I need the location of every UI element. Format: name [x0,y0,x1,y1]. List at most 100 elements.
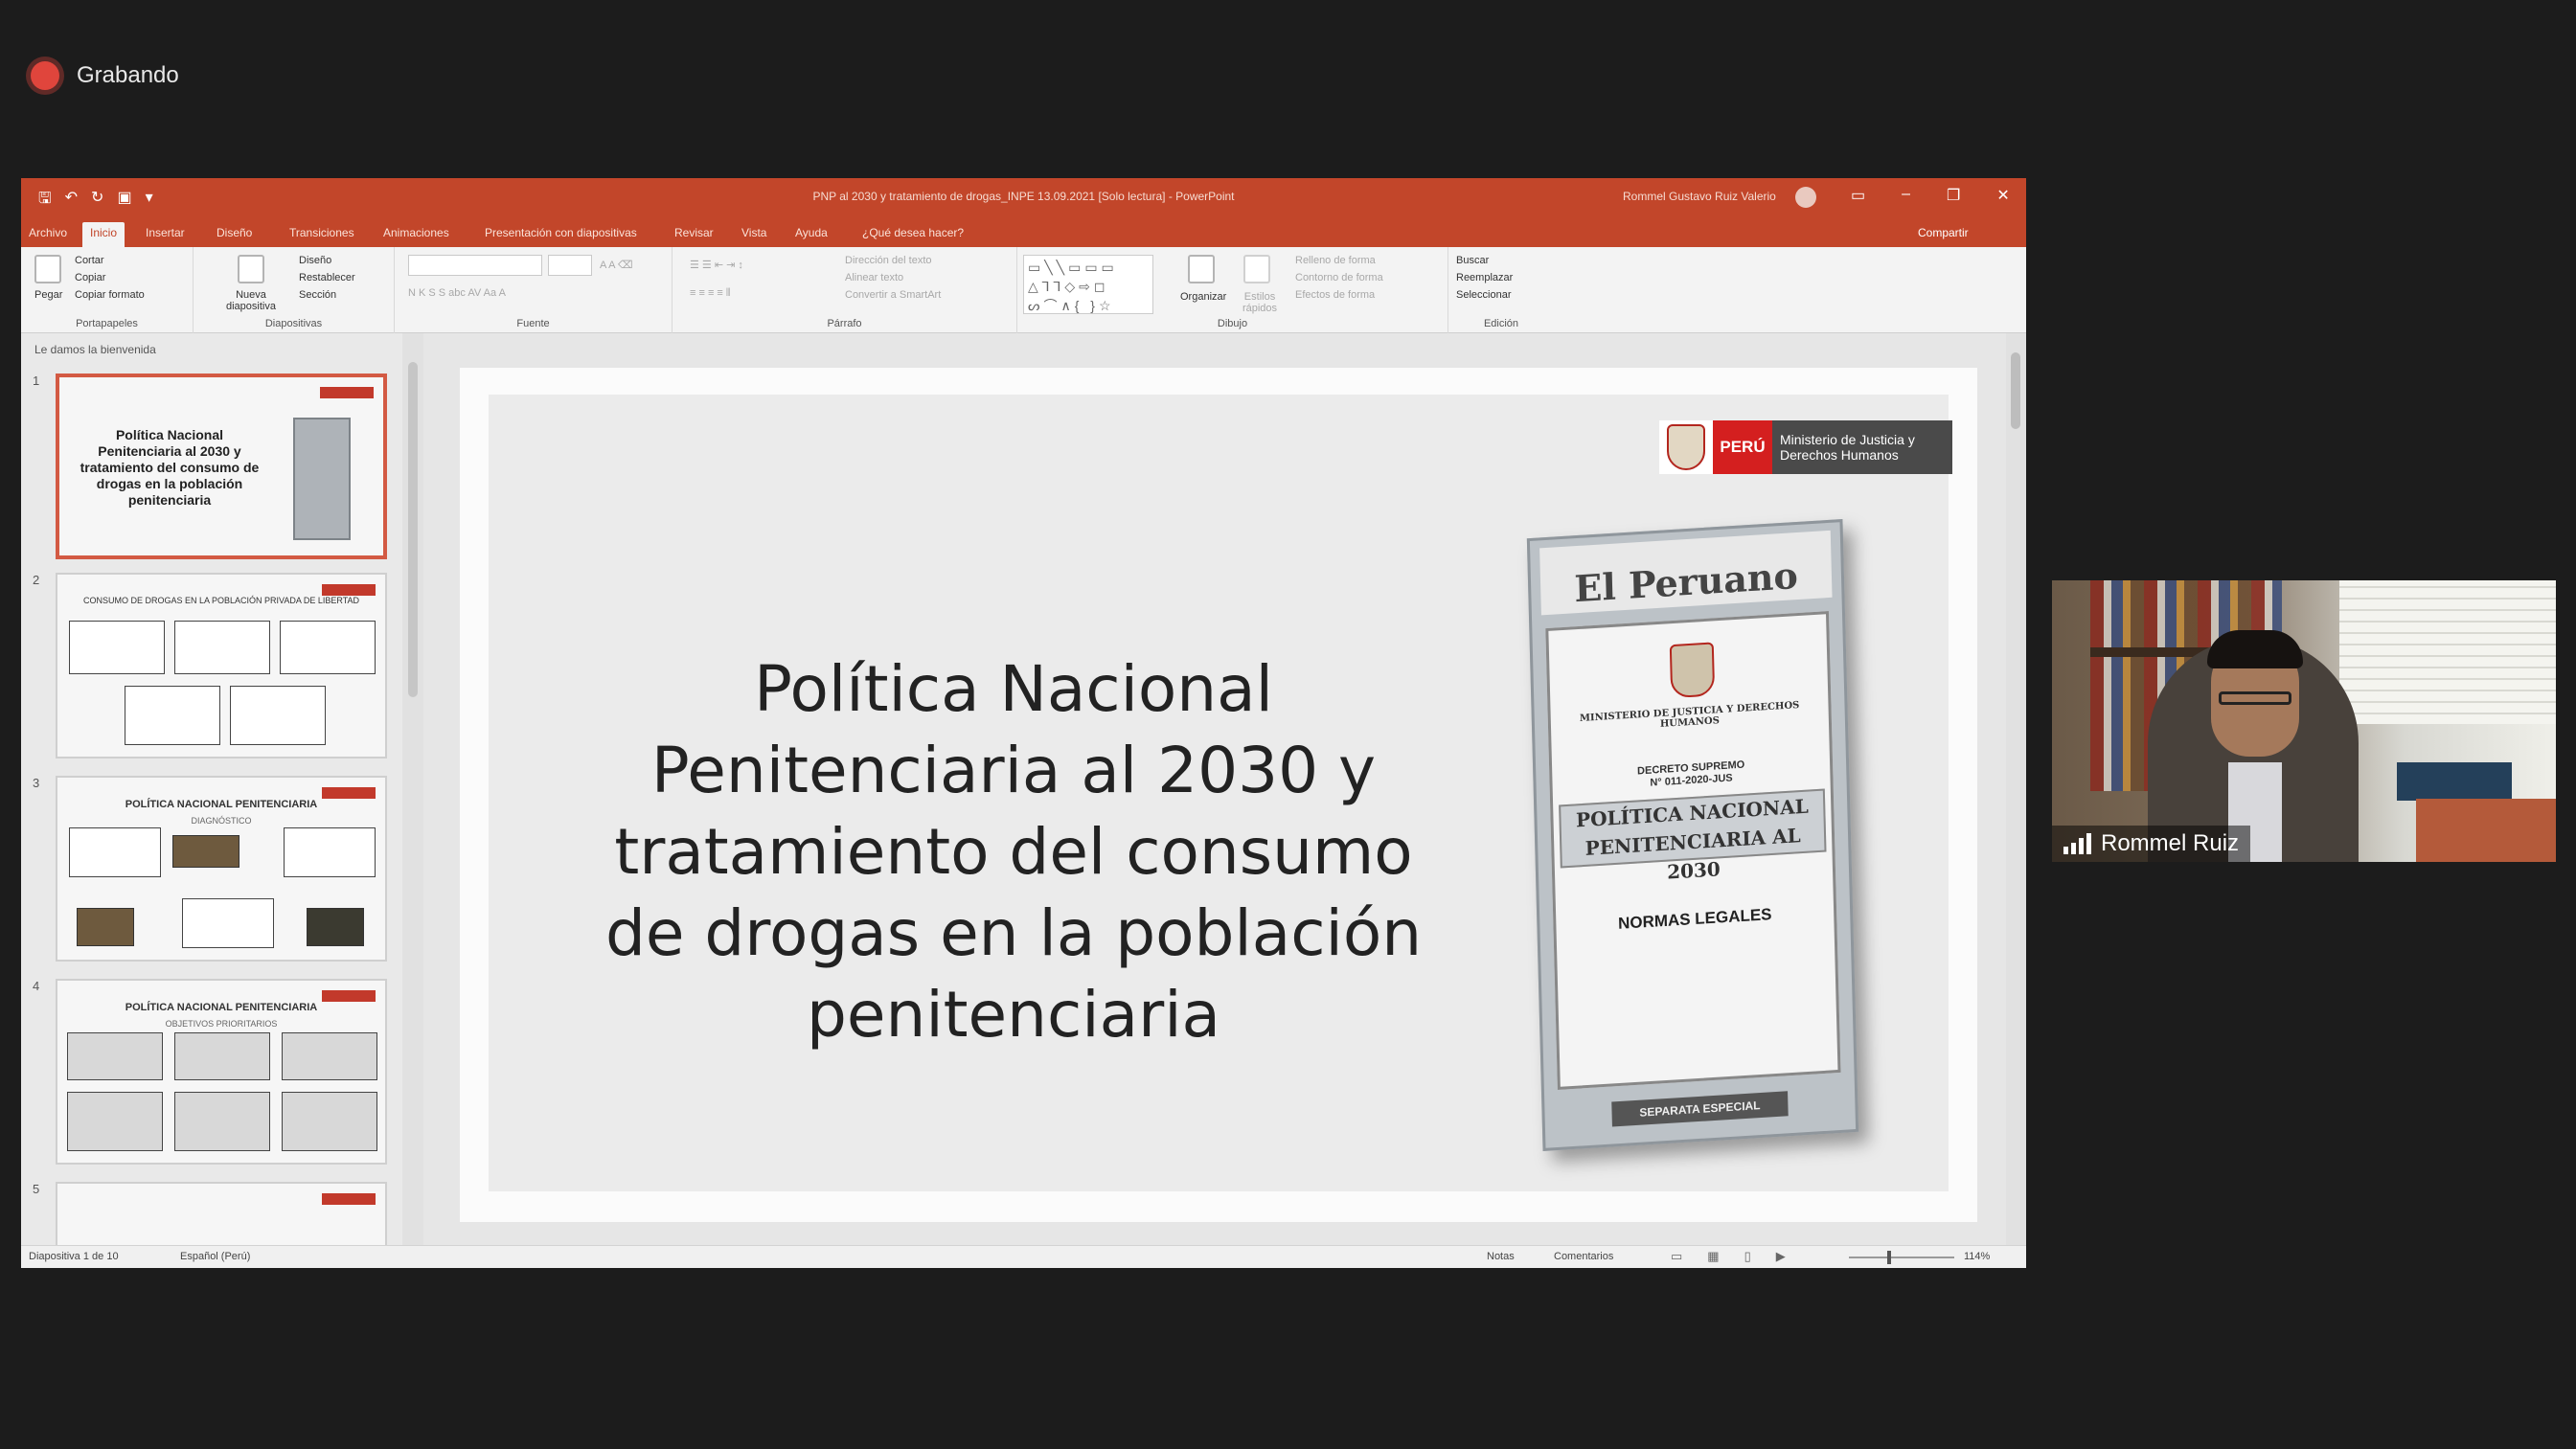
quick-styles-icon[interactable] [1243,255,1270,283]
slide-thumb-3[interactable]: POLÍTICA NACIONAL PENITENCIARIA DIAGNÓST… [56,776,387,962]
tell-me-search[interactable]: ¿Qué desea hacer? [855,222,971,247]
content-box [125,686,220,745]
avatar[interactable] [1795,187,1816,208]
font-name-input[interactable] [408,255,542,276]
new-slide-icon[interactable] [238,255,264,283]
slide-title[interactable]: Política Nacional Penitenciaria al 2030 … [592,648,1435,1055]
new-slide-button[interactable]: Nueva diapositiva [222,289,280,312]
restore-icon[interactable]: ❐ [1947,186,1960,205]
find-button[interactable]: Buscar [1456,255,1489,266]
group-dibujo: ▭╲╲▭▭▭ △⅂⅂◇⇨◻ ᔕ⌒∧{ }☆ Organizar Estilos rá… [1017,247,1448,333]
comments-button[interactable]: Comentarios [1554,1251,1613,1262]
paste-icon[interactable] [34,255,61,283]
list-buttons[interactable]: ☰ ☰ ⇤ ⇥ ↕ [690,259,743,271]
normal-view-icon[interactable]: ▭ [1671,1249,1682,1264]
coat-of-arms-icon [1669,642,1716,699]
shape-outline-button[interactable]: Contorno de forma [1295,272,1383,283]
user-name[interactable]: Rommel Gustavo Ruiz Valerio [1623,190,1776,203]
section-button[interactable]: Sección [299,289,336,301]
font-size-input[interactable] [548,255,592,276]
section-label[interactable]: Le damos la bienvenida [34,343,156,356]
slide-counter: Diapositiva 1 de 10 [29,1251,119,1262]
photo [307,908,364,946]
shapes-gallery[interactable]: ▭╲╲▭▭▭ △⅂⅂◇⇨◻ ᔕ⌒∧{ }☆ [1023,255,1153,314]
participant-name-bar: Rommel Ruiz [2052,826,2251,862]
shape-effects-button[interactable]: Efectos de forma [1295,289,1375,301]
slide-thumb-1[interactable]: Política Nacional Penitenciaria al 2030 … [56,374,387,559]
shape-fill-button[interactable]: Relleno de forma [1295,255,1376,266]
objective-card [174,1032,270,1080]
align-text-button[interactable]: Alinear texto [845,272,903,283]
replace-button[interactable]: Reemplazar [1456,272,1513,283]
logo-ministry-text: Ministerio de Justicia y Derechos Humano… [1772,420,1952,474]
photo [172,835,239,868]
tab-animaciones[interactable]: Animaciones [376,222,457,247]
reading-view-icon[interactable]: ▯ [1744,1249,1751,1264]
status-bar: Diapositiva 1 de 10 Español (Perú) Notas… [21,1245,2026,1268]
magazine-image [293,418,351,540]
sorter-view-icon[interactable]: ▦ [1707,1249,1719,1264]
window-controls: ▭ – ❐ ✕ [1851,186,2010,205]
zoom-slider-knob[interactable] [1887,1251,1891,1264]
thumbnails-scrollbar[interactable] [402,333,423,1245]
slide-canvas[interactable]: Política Nacional Penitenciaria al 2030 … [489,395,1952,1191]
format-painter-button[interactable]: Copiar formato [75,289,145,301]
group-diapositivas: Nueva diapositiva Diseño Restablecer Sec… [194,247,395,333]
minimize-icon[interactable]: – [1902,186,1910,205]
thumb-header: POLÍTICA NACIONAL PENITENCIARIA [125,1002,318,1013]
tab-ayuda[interactable]: Ayuda [787,222,835,247]
objective-card [282,1092,377,1151]
slide-thumbnails-pane: Le damos la bienvenida 1 Política Nacion… [21,333,423,1245]
slideshow-view-icon[interactable]: ▶ [1776,1249,1786,1264]
tab-presentacion[interactable]: Presentación con diapositivas [477,222,645,247]
slide-scrollbar[interactable] [2006,333,2026,1245]
thumb-subheader: OBJETIVOS PRIORITARIOS [165,1019,278,1029]
language-indicator[interactable]: Español (Perú) [180,1251,250,1262]
zoom-level[interactable]: 114% [1964,1251,1990,1262]
scroll-thumb[interactable] [2011,352,2020,429]
slide-thumb-2[interactable]: CONSUMO DE DROGAS EN LA POBLACIÓN PRIVAD… [56,573,387,758]
tab-revisar[interactable]: Revisar [667,222,721,247]
notes-button[interactable]: Notas [1487,1251,1515,1262]
tab-diseno[interactable]: Diseño [209,222,260,247]
tab-inicio[interactable]: Inicio [82,222,125,247]
cut-button[interactable]: Cortar [75,255,104,266]
font-style-buttons[interactable]: N K S S abc AV Aa A [408,287,506,299]
magazine-policy-title: POLÍTICA NACIONAL PENITENCIARIA AL 2030 [1559,788,1827,884]
slide-thumb-5[interactable] [56,1182,387,1245]
reset-button[interactable]: Restablecer [299,272,355,283]
layout-button[interactable]: Diseño [299,255,331,266]
group-edicion: Buscar Reemplazar Seleccionar Edición [1448,247,1554,333]
content-box [284,827,376,877]
ministry-logo [322,990,376,1002]
paste-button[interactable]: Pegar [34,289,62,301]
content-box [174,621,270,674]
smartart-button[interactable]: Convertir a SmartArt [845,289,941,301]
copy-button[interactable]: Copiar [75,272,105,283]
participant-video-tile[interactable]: Rommel Ruiz [2052,580,2556,862]
zoom-slider[interactable] [1849,1257,1954,1258]
powerpoint-window: 🖫 ↶ ↻ ▣ ▾ PNP al 2030 y tratamiento de d… [21,178,2026,1268]
quick-styles-button[interactable]: Estilos rápidos [1236,291,1284,314]
slide-thumb-4[interactable]: POLÍTICA NACIONAL PENITENCIARIA OBJETIVO… [56,979,387,1165]
thumb-title: Política Nacional Penitenciaria al 2030 … [80,427,260,508]
thumb-number: 3 [33,776,40,790]
tab-insertar[interactable]: Insertar [138,222,193,247]
select-button[interactable]: Seleccionar [1456,289,1511,301]
arrange-button[interactable]: Organizar [1180,291,1226,303]
el-peruano-magazine-image[interactable]: El Peruano MINISTERIO DE JUSTICIA Y DERE… [1526,519,1859,1151]
ribbon-display-icon[interactable]: ▭ [1851,186,1865,205]
ministry-logo: PERÚ Ministerio de Justicia y Derechos H… [1659,420,1952,474]
tab-vista[interactable]: Vista [734,222,774,247]
group-portapapeles: Pegar Cortar Copiar Copiar formato Porta… [21,247,194,333]
scroll-thumb[interactable] [408,362,418,697]
font-size-icons[interactable]: A A ⌫ [600,259,633,271]
align-buttons[interactable]: ≡ ≡ ≡ ≡ ⫴ [690,287,731,300]
tab-transiciones[interactable]: Transiciones [282,222,362,247]
text-direction-button[interactable]: Dirección del texto [845,255,932,266]
record-icon [31,61,59,90]
arrange-icon[interactable] [1188,255,1215,283]
close-icon[interactable]: ✕ [1996,186,2009,205]
tab-archivo[interactable]: Archivo [21,222,75,247]
share-button[interactable]: Compartir [1918,226,1969,239]
